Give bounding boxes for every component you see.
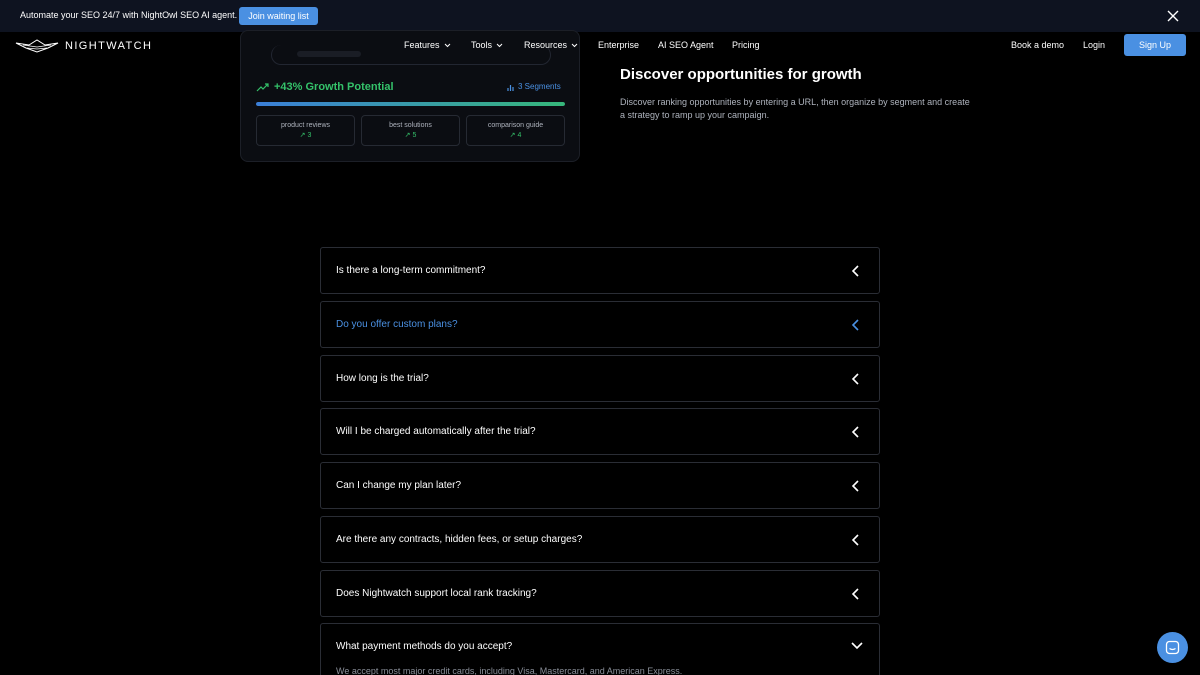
faq-answer: We accept most major credit cards, inclu… (336, 666, 683, 675)
nav-item-resources[interactable]: Resources (524, 40, 578, 50)
segments-text: 3 Segments (518, 82, 561, 91)
login-label: Login (1083, 40, 1106, 50)
segments-count: 3 Segments (507, 82, 561, 91)
feature-description: Discover ranking opportunities by enteri… (620, 97, 970, 120)
brand-logo[interactable]: NIGHTWATCH (15, 39, 152, 53)
faq-item[interactable]: Are there any contracts, hidden fees, or… (320, 516, 880, 563)
nav-item-ai-seo-agent[interactable]: AI SEO Agent (658, 40, 714, 50)
nav-item-label: AI SEO Agent (658, 40, 714, 50)
growth-progress-bar (256, 102, 565, 106)
faq-item-expanded[interactable]: What payment methods do you accept? We a… (320, 623, 880, 675)
chevron-left-icon (851, 426, 859, 438)
owl-logo-icon (15, 39, 59, 53)
faq-question: Do you offer custom plans? (336, 319, 458, 330)
chevron-down-icon (444, 43, 450, 47)
chevron-left-icon (851, 480, 859, 492)
chat-icon (1165, 640, 1180, 655)
trending-up-icon (256, 82, 269, 91)
login-link[interactable]: Login (1083, 40, 1105, 50)
join-waiting-list-button[interactable]: Join waiting list (239, 7, 318, 25)
chevron-down-icon (571, 43, 578, 47)
faq-question: Will I be charged automatically after th… (336, 426, 536, 437)
faq-item[interactable]: Will I be charged automatically after th… (320, 408, 880, 455)
keyword-count: ↗ 4 (509, 132, 522, 139)
faq-item[interactable]: Does Nightwatch support local rank track… (320, 570, 880, 617)
keyword-label: best solutions (389, 122, 432, 129)
faq-question: How long is the trial? (336, 373, 429, 384)
keyword-box-best-solutions: best solutions ↗ 5 (361, 115, 460, 146)
sign-up-button[interactable]: Sign Up (1124, 34, 1186, 56)
book-demo-label: Book a demo (1011, 40, 1065, 50)
chat-button[interactable] (1157, 632, 1188, 663)
nav-item-label: Tools (471, 40, 493, 50)
keyword-box-product-reviews: product reviews ↗ 3 (256, 115, 355, 146)
feature-title: Discover opportunities for growth (620, 66, 862, 83)
growth-potential-text: +43% Growth Potential (274, 81, 394, 93)
faq-item[interactable]: How long is the trial? (320, 355, 880, 402)
faq-question: Are there any contracts, hidden fees, or… (336, 534, 583, 545)
chevron-left-icon (851, 265, 859, 277)
keyword-label: product reviews (280, 122, 331, 129)
nav-item-label: Features (404, 40, 440, 50)
nav-item-pricing[interactable]: Pricing (732, 40, 760, 50)
faq-question: Can I change my plan later? (336, 480, 462, 491)
nav-item-tools[interactable]: Tools (471, 40, 503, 50)
announcement-text: Automate your SEO 24/7 with NightOwl SEO… (20, 10, 238, 20)
bar-chart-icon (507, 84, 514, 91)
main-nav: NIGHTWATCH Features Tools Resources Ente… (0, 32, 1200, 60)
keyword-count: ↗ 3 (299, 132, 312, 139)
faq-item[interactable]: Do you offer custom plans? (320, 301, 880, 348)
growth-potential: +43% Growth Potential (256, 81, 394, 93)
faq-item[interactable]: Can I change my plan later? (320, 462, 880, 509)
keyword-count: ↗ 5 (404, 132, 417, 139)
chevron-down-icon (496, 43, 503, 47)
chevron-left-icon (851, 534, 859, 546)
chevron-down-icon (851, 642, 863, 650)
faq-item[interactable]: Is there a long-term commitment? (320, 247, 880, 294)
nav-item-label: Pricing (732, 40, 760, 50)
chevron-left-icon (851, 373, 859, 385)
chevron-left-icon (851, 588, 859, 600)
keyword-box-comparison-guide: comparison guide ↗ 4 (466, 115, 565, 146)
growth-progress-fill (256, 102, 565, 106)
faq-question: Is there a long-term commitment? (336, 265, 486, 276)
chevron-left-icon (851, 319, 859, 331)
book-demo-link[interactable]: Book a demo (1011, 40, 1064, 50)
nav-item-label: Enterprise (598, 40, 640, 50)
faq-question: What payment methods do you accept? (336, 641, 513, 652)
nav-item-label: Resources (524, 40, 568, 50)
announcement-bar: Automate your SEO 24/7 with NightOwl SEO… (0, 0, 1200, 32)
brand-name: NIGHTWATCH (65, 40, 153, 52)
faq-question: Does Nightwatch support local rank track… (336, 588, 537, 599)
nav-item-enterprise[interactable]: Enterprise (598, 40, 639, 50)
keyword-label: comparison guide (487, 122, 544, 129)
close-icon[interactable] (1165, 8, 1181, 24)
nav-item-features[interactable]: Features (404, 40, 451, 50)
